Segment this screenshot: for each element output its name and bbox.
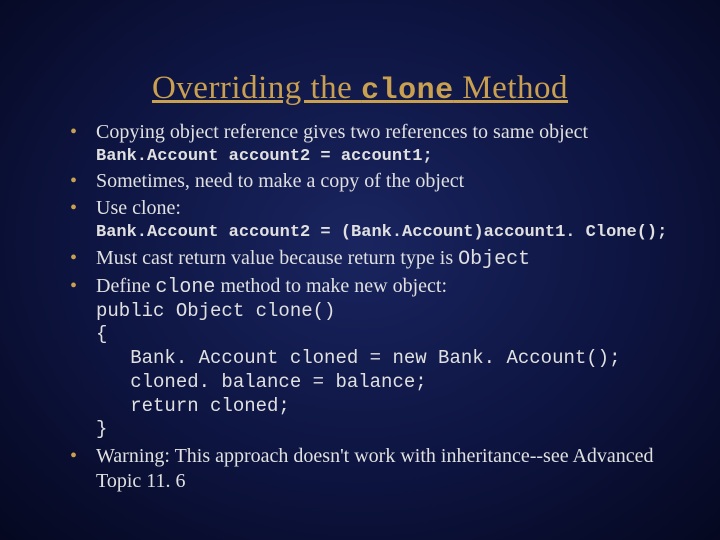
bullet-2: Sometimes, need to make a copy of the ob… <box>70 169 680 194</box>
bullet-5: Define clone method to make new object: … <box>70 274 680 443</box>
bullet-5-post: method to make new object: <box>215 275 447 297</box>
bullet-3: Use clone: Bank.Account account2 = (Bank… <box>70 196 680 243</box>
bullet-2-text: Sometimes, need to make a copy of the ob… <box>96 170 464 192</box>
bullet-5-pre: Define <box>96 275 155 297</box>
bullet-5-code: public Object clone() { Bank. Account cl… <box>96 300 680 443</box>
slide-title: Overriding the clone Method <box>40 70 680 108</box>
bullet-4-pre: Must cast return value because return ty… <box>96 247 458 269</box>
bullet-1-text: Copying object reference gives two refer… <box>96 121 588 143</box>
title-post: Method <box>454 70 568 106</box>
bullet-3-text: Use clone: <box>96 197 181 219</box>
bullet-3-code: Bank.Account account2 = (Bank.Account)ac… <box>96 222 680 243</box>
title-pre: Overriding the <box>152 70 361 106</box>
bullet-1: Copying object reference gives two refer… <box>70 120 680 167</box>
bullet-list: Copying object reference gives two refer… <box>40 120 680 494</box>
bullet-6-text: Warning: This approach doesn't work with… <box>96 445 654 492</box>
slide: Overriding the clone Method Copying obje… <box>0 0 720 540</box>
bullet-5-mono: clone <box>155 276 215 299</box>
title-mono: clone <box>361 74 454 108</box>
bullet-4: Must cast return value because return ty… <box>70 246 680 272</box>
bullet-1-code: Bank.Account account2 = account1; <box>96 146 680 167</box>
bullet-4-mono: Object <box>458 248 530 271</box>
bullet-6: Warning: This approach doesn't work with… <box>70 444 680 494</box>
